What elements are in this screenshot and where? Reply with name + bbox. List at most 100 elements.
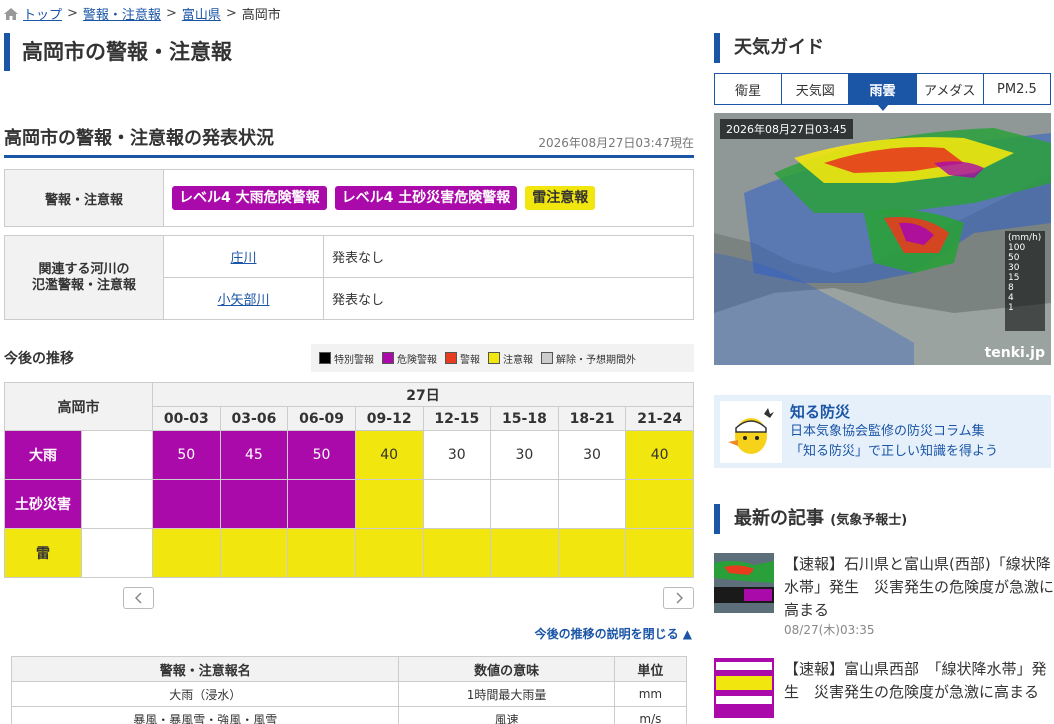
tab-pm25[interactable]: PM2.5 [983,74,1051,104]
rain-radar-map[interactable]: 2026年08月27日03:45 (mm/h) 100 50 30 15 8 4… [714,113,1051,365]
breadcrumb-home[interactable]: トップ [23,4,62,23]
status-heading: 高岡市の警報・注意報の発表状況 2026年08月27日03:47現在 [4,122,694,158]
scroll-left-button[interactable] [123,587,154,609]
legend-label: 特別警報 [334,354,374,366]
forecast-heading: 今後の推移 [4,351,74,367]
breadcrumb-warnings[interactable]: 警報・注意報 [83,4,161,23]
meaning-cell: 風速 [398,706,615,724]
forecast-cell [490,528,559,578]
radar-scale-value: 15 [1008,273,1020,283]
tab-rain-radar[interactable]: 雨雲 [849,74,917,111]
river-link-shogawa[interactable]: 庄川 [230,251,256,266]
forecast-cell: 40 [354,430,424,480]
time-slot: 15-18 [490,406,559,431]
time-slot: 12-15 [422,406,492,431]
warnings-label: 警報・注意報 [5,170,164,226]
radar-scale-value: 4 [1008,293,1014,303]
page-title: 高岡市の警報・注意報 [4,33,684,71]
breadcrumb-prefecture[interactable]: 富山県 [182,4,221,23]
tab-amedas[interactable]: アメダス [916,74,984,104]
weather-guide-tabs: 衛星 天気図 雨雲 アメダス PM2.5 [714,73,1051,111]
badge-heavy-rain: レベル4 大雨危険警報 [172,186,327,210]
meaning-header: 単位 [613,656,688,682]
bousai-line2: 「知る防災」で正しい知識を得よう [790,443,999,459]
river-link-oyabe[interactable]: 小矢部川 [217,293,269,308]
radar-scale-unit: (mm/h) [1008,233,1042,243]
time-slot: 18-21 [557,406,627,431]
tab-satellite[interactable]: 衛星 [715,74,783,104]
radar-scale-value: 30 [1008,263,1020,273]
forecast-cell [287,528,356,578]
meaning-table: 警報・注意報名 数値の意味 単位 大雨（浸水） 1時間最大雨量 mm 暴風・暴風… [10,656,688,724]
forecast-cell [557,479,627,529]
forecast-cell [152,479,221,529]
radar-scale-value: 50 [1008,253,1020,263]
forecast-cell [422,479,492,529]
legend-swatch [319,352,331,364]
time-slot: 21-24 [625,406,694,431]
forecast-cell [287,479,356,529]
news-thumbnail [714,658,774,718]
meaning-header: 数値の意味 [398,656,615,682]
legend-label: 解除・予想期間外 [556,354,636,366]
breadcrumb-separator: > [67,6,78,21]
river-name-cell: 小矢部川 [163,277,324,320]
legend-label: 危険警報 [397,354,437,366]
forecast-cell [625,528,694,578]
breadcrumb-separator: > [225,6,237,21]
forecast-cell [81,479,153,529]
badge-landslide: レベル4 土砂災害危険警報 [334,186,518,210]
radar-timestamp: 2026年08月27日03:45 [720,119,853,139]
radar-scale-value: 100 [1008,243,1026,253]
breadcrumb-current: 高岡市 [241,8,281,23]
chevron-left-icon [134,592,142,604]
news-title: 最新の記事 (気象予報士) [714,504,907,534]
forecast-cell [354,528,424,578]
bousai-title: 知る防災 [790,402,851,421]
row-label-landslide: 土砂災害 [4,479,82,529]
legend-swatch [445,352,457,364]
home-icon[interactable] [4,7,18,20]
river-label-line1: 関連する河川の [38,261,130,277]
river-label: 関連する河川の 氾濫警報・注意報 [4,235,164,320]
news-item-title[interactable]: 【速報】石川県と富山県(西部)「線状降水帯」発生 災害発生の危険度が急激に高まる [784,553,1054,622]
time-slot: 09-12 [354,406,424,431]
forecast-cell [152,528,221,578]
badge-thunder: 雷注意報 [525,186,596,210]
meaning-cell: 大雨（浸水） [10,681,400,707]
meaning-header: 警報・注意報名 [10,656,400,682]
meaning-cell: mm [613,681,688,707]
weather-guide-title: 天気ガイド [714,33,824,63]
meaning-cell: 1時間最大雨量 [398,681,615,707]
legend-label: 注意報 [503,354,533,366]
legend-swatch [541,352,553,364]
bousai-banner[interactable]: 知る防災 日本気象協会監修の防災コラム集 「知る防災」で正しい知識を得よう [714,395,1051,468]
forecast-legend: 特別警報 危険警報 警報 注意報 解除・予想期間外 [311,344,694,372]
legend-swatch [382,352,394,364]
breadcrumb-separator: > [165,6,177,21]
forecast-cell [219,528,289,578]
forecast-city: 高岡市 [4,382,153,431]
news-title-sub: (気象予報士) [830,513,908,528]
news-thumbnail [714,553,774,613]
news-item[interactable]: 【速報】石川県と富山県(西部)「線状降水帯」発生 災害発生の危険度が急激に高まる… [714,553,1054,643]
legend-item: 注意報 [488,351,533,366]
river-status: 発表なし [323,235,694,278]
forecast-cell: 50 [287,430,356,480]
forecast-cell: 50 [152,430,221,480]
news-title-main: 最新の記事 [734,508,824,529]
forecast-cell [490,479,559,529]
forecast-cell: 30 [422,430,492,480]
forecast-cell [557,528,627,578]
river-name-cell: 庄川 [163,235,324,278]
news-item-title[interactable]: 【速報】富山県西部 「線状降水帯」発生 災害発生の危険度が急激に高まる [784,658,1054,704]
tab-weather-map[interactable]: 天気図 [782,74,850,104]
radar-scale: (mm/h) 100 50 30 15 8 4 1 [1005,231,1045,331]
forecast-explanation-toggle[interactable]: 今後の推移の説明を閉じる ▲ [535,625,692,642]
meaning-cell: m/s [613,706,688,724]
news-item[interactable]: 【速報】富山県西部 「線状降水帯」発生 災害発生の危険度が急激に高まる [714,658,1051,724]
row-label-thunder: 雷 [4,528,82,578]
scroll-right-button[interactable] [663,587,694,609]
tenki-logo: tenki.jp [984,345,1045,361]
forecast-cell [219,479,289,529]
